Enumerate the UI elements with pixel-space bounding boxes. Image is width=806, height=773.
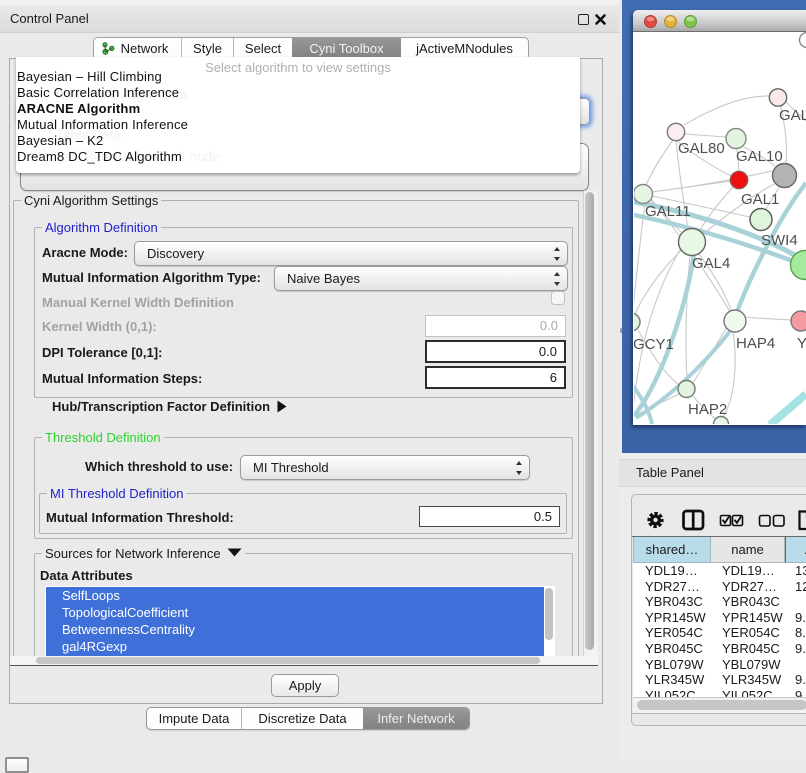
svg-text:SWI4: SWI4 <box>761 232 798 249</box>
svg-text:GAL11: GAL11 <box>645 203 691 220</box>
svg-text:GAL2: GAL2 <box>779 107 806 124</box>
svg-text:GAL1: GAL1 <box>741 191 779 208</box>
svg-text:HAP2: HAP2 <box>688 401 727 418</box>
svg-text:GAL4: GAL4 <box>692 255 730 272</box>
svg-text:YE: YE <box>797 335 806 352</box>
svg-text:GCY1: GCY1 <box>634 336 674 353</box>
svg-text:HAP4: HAP4 <box>736 335 775 352</box>
svg-text:GAL80: GAL80 <box>678 140 725 157</box>
svg-text:GAL10: GAL10 <box>736 148 783 165</box>
